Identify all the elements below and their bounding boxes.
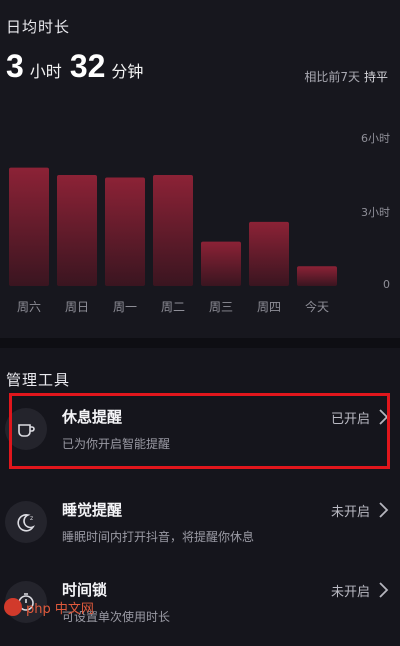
tools-title: 管理工具 xyxy=(6,371,71,389)
x-tick-label: 周二 xyxy=(161,300,185,314)
bar-周四 xyxy=(249,221,289,286)
watermark-text: php 中文网 xyxy=(26,601,94,617)
bar-周三 xyxy=(201,241,241,286)
bar-周一 xyxy=(105,177,145,286)
chevron-right-icon xyxy=(379,582,389,598)
section-divider xyxy=(0,338,400,348)
minutes-value: 32 xyxy=(69,48,106,84)
sleep-reminder-status: 未开启 xyxy=(330,505,370,520)
compare-label: 相比前7天 xyxy=(304,70,360,84)
x-tick-label: 周三 xyxy=(209,300,233,314)
x-tick-label: 今天 xyxy=(305,299,329,314)
chevron-right-icon xyxy=(379,502,389,518)
sleep-reminder-desc: 睡眠时间内打开抖音，将提醒你休息 xyxy=(62,530,255,544)
usage-section: 日均时长 3 小时 32 分钟 相比前7天 持平 6小时 3小时 0 周六 周日 周一… xyxy=(0,0,400,338)
usage-title: 日均时长 xyxy=(6,18,71,36)
compare-note: 相比前7天 持平 xyxy=(304,68,388,85)
time-lock-status: 未开启 xyxy=(330,585,370,600)
x-tick-label: 周六 xyxy=(17,300,41,314)
daily-average-time: 3 小时 32 分钟 xyxy=(6,48,151,85)
highlight-box xyxy=(9,393,390,469)
svg-text:z: z xyxy=(30,515,33,522)
x-tick-label: 周一 xyxy=(113,300,137,314)
sleep-reminder-title: 睡觉提醒 xyxy=(62,501,123,519)
bar-周六 xyxy=(9,167,49,286)
bar-周日 xyxy=(57,175,97,286)
usage-bar-chart: 周六 周日 周一 周二 周三 周四 今天 xyxy=(9,167,337,314)
watermark-logo-icon xyxy=(4,598,22,616)
watermark: php 中文网 xyxy=(0,596,94,618)
moon-icon: z xyxy=(5,501,47,543)
bar-周二 xyxy=(153,175,193,286)
x-tick-label: 周四 xyxy=(257,300,281,314)
hours-value: 3 xyxy=(6,48,24,84)
minutes-unit: 分钟 xyxy=(111,62,144,81)
hours-unit: 小时 xyxy=(29,62,62,81)
x-tick-label: 周日 xyxy=(65,300,89,314)
sleep-reminder-item[interactable]: z 睡觉提醒 睡眠时间内打开抖音，将提醒你休息 未开启 xyxy=(0,486,400,566)
bar-今天 xyxy=(297,266,337,286)
compare-value: 持平 xyxy=(363,70,388,84)
